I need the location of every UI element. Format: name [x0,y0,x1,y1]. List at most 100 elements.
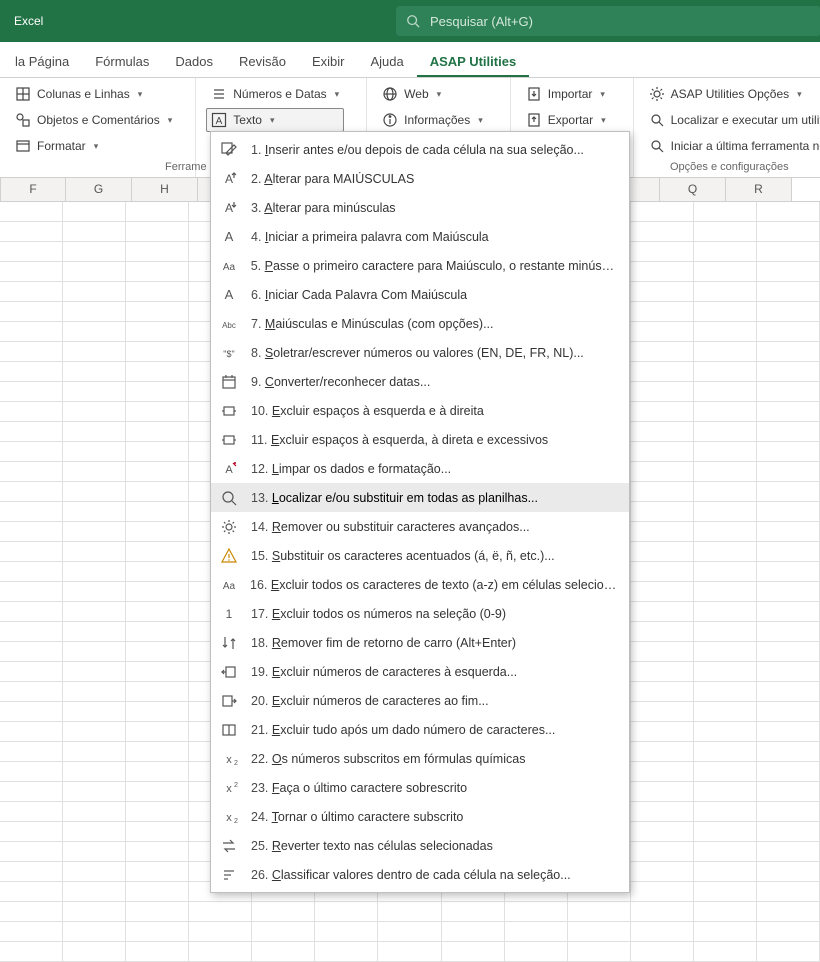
cell[interactable] [694,862,757,882]
cell[interactable] [63,442,126,462]
cell[interactable] [63,762,126,782]
cell[interactable] [189,902,252,922]
cell[interactable] [126,902,189,922]
cell[interactable] [0,342,63,362]
cell[interactable] [63,742,126,762]
cell[interactable] [63,322,126,342]
cell[interactable] [315,942,378,962]
cell[interactable] [757,282,820,302]
cell[interactable] [757,762,820,782]
cell[interactable] [63,482,126,502]
menu-item-4[interactable]: A4. Iniciar a primeira palavra com Maiús… [211,222,629,251]
cell[interactable] [631,562,694,582]
cell[interactable] [694,602,757,622]
menu-item-21[interactable]: 21. Excluir tudo após um dado número de … [211,715,629,744]
cell[interactable] [631,462,694,482]
cell[interactable] [442,942,505,962]
cell[interactable] [63,422,126,442]
cell[interactable] [126,202,189,222]
cell[interactable] [126,762,189,782]
cell[interactable] [694,202,757,222]
menu-item-17[interactable]: 117. Excluir todos os números na seleção… [211,599,629,628]
cell[interactable] [63,682,126,702]
cell[interactable] [442,922,505,942]
cell[interactable] [126,782,189,802]
cell[interactable] [0,802,63,822]
cell[interactable] [126,882,189,902]
cell[interactable] [126,702,189,722]
cell[interactable] [631,242,694,262]
cell[interactable] [631,482,694,502]
cell[interactable] [757,502,820,522]
cell[interactable] [126,542,189,562]
menu-item-7[interactable]: Abc7. Maiúsculas e Minúsculas (com opçõe… [211,309,629,338]
cell[interactable] [0,302,63,322]
cell[interactable] [378,922,441,942]
cell[interactable] [0,742,63,762]
cell[interactable] [757,582,820,602]
menu-item-9[interactable]: 9. Converter/reconhecer datas... [211,367,629,396]
cell[interactable] [189,942,252,962]
cell[interactable] [63,822,126,842]
menu-item-3[interactable]: A3. Alterar para minúsculas [211,193,629,222]
cell[interactable] [0,622,63,642]
cell[interactable] [0,602,63,622]
cell[interactable] [694,822,757,842]
tab-ajuda[interactable]: Ajuda [357,45,416,77]
cell[interactable] [126,662,189,682]
cell[interactable] [757,522,820,542]
cell[interactable] [694,742,757,762]
cell[interactable] [0,202,63,222]
ribbon-exportar[interactable]: Exportar▾ [521,108,611,132]
cell[interactable] [126,822,189,842]
ribbon-colunas-e-linhas[interactable]: Colunas e Linhas▾ [10,82,177,106]
cell[interactable] [631,842,694,862]
col-header[interactable]: R [726,178,792,201]
cell[interactable] [63,222,126,242]
cell[interactable] [757,882,820,902]
cell[interactable] [631,602,694,622]
cell[interactable] [631,342,694,362]
menu-item-11[interactable]: 11. Excluir espaços à esquerda, à direta… [211,425,629,454]
cell[interactable] [126,442,189,462]
cell[interactable] [126,382,189,402]
cell[interactable] [126,422,189,442]
cell[interactable] [63,922,126,942]
cell[interactable] [126,302,189,322]
cell[interactable] [631,582,694,602]
cell[interactable] [0,842,63,862]
menu-item-14[interactable]: 14. Remover ou substituir caracteres ava… [211,512,629,541]
ribbon-web[interactable]: Web▾ [377,82,488,106]
cell[interactable] [631,282,694,302]
cell[interactable] [631,442,694,462]
ribbon-n-meros-e-datas[interactable]: Números e Datas▾ [206,82,344,106]
cell[interactable] [252,922,315,942]
cell[interactable] [63,202,126,222]
cell[interactable] [0,362,63,382]
tab-la-página[interactable]: la Página [2,45,82,77]
cell[interactable] [694,422,757,442]
cell[interactable] [63,882,126,902]
cell[interactable] [0,662,63,682]
cell[interactable] [0,942,63,962]
menu-item-12[interactable]: A12. Limpar os dados e formatação... [211,454,629,483]
cell[interactable] [0,722,63,742]
cell[interactable] [0,382,63,402]
cell[interactable] [694,562,757,582]
cell[interactable] [757,562,820,582]
cell[interactable] [631,902,694,922]
cell[interactable] [631,322,694,342]
cell[interactable] [0,482,63,502]
menu-item-20[interactable]: 20. Excluir números de caracteres ao fim… [211,686,629,715]
cell[interactable] [126,282,189,302]
menu-item-8[interactable]: "$"8. Soletrar/escrever números ou valor… [211,338,629,367]
cell[interactable] [63,242,126,262]
cell[interactable] [63,842,126,862]
cell[interactable] [63,342,126,362]
cell[interactable] [0,262,63,282]
cell[interactable] [631,622,694,642]
cell[interactable] [0,322,63,342]
cell[interactable] [757,802,820,822]
cell[interactable] [63,362,126,382]
cell[interactable] [63,602,126,622]
